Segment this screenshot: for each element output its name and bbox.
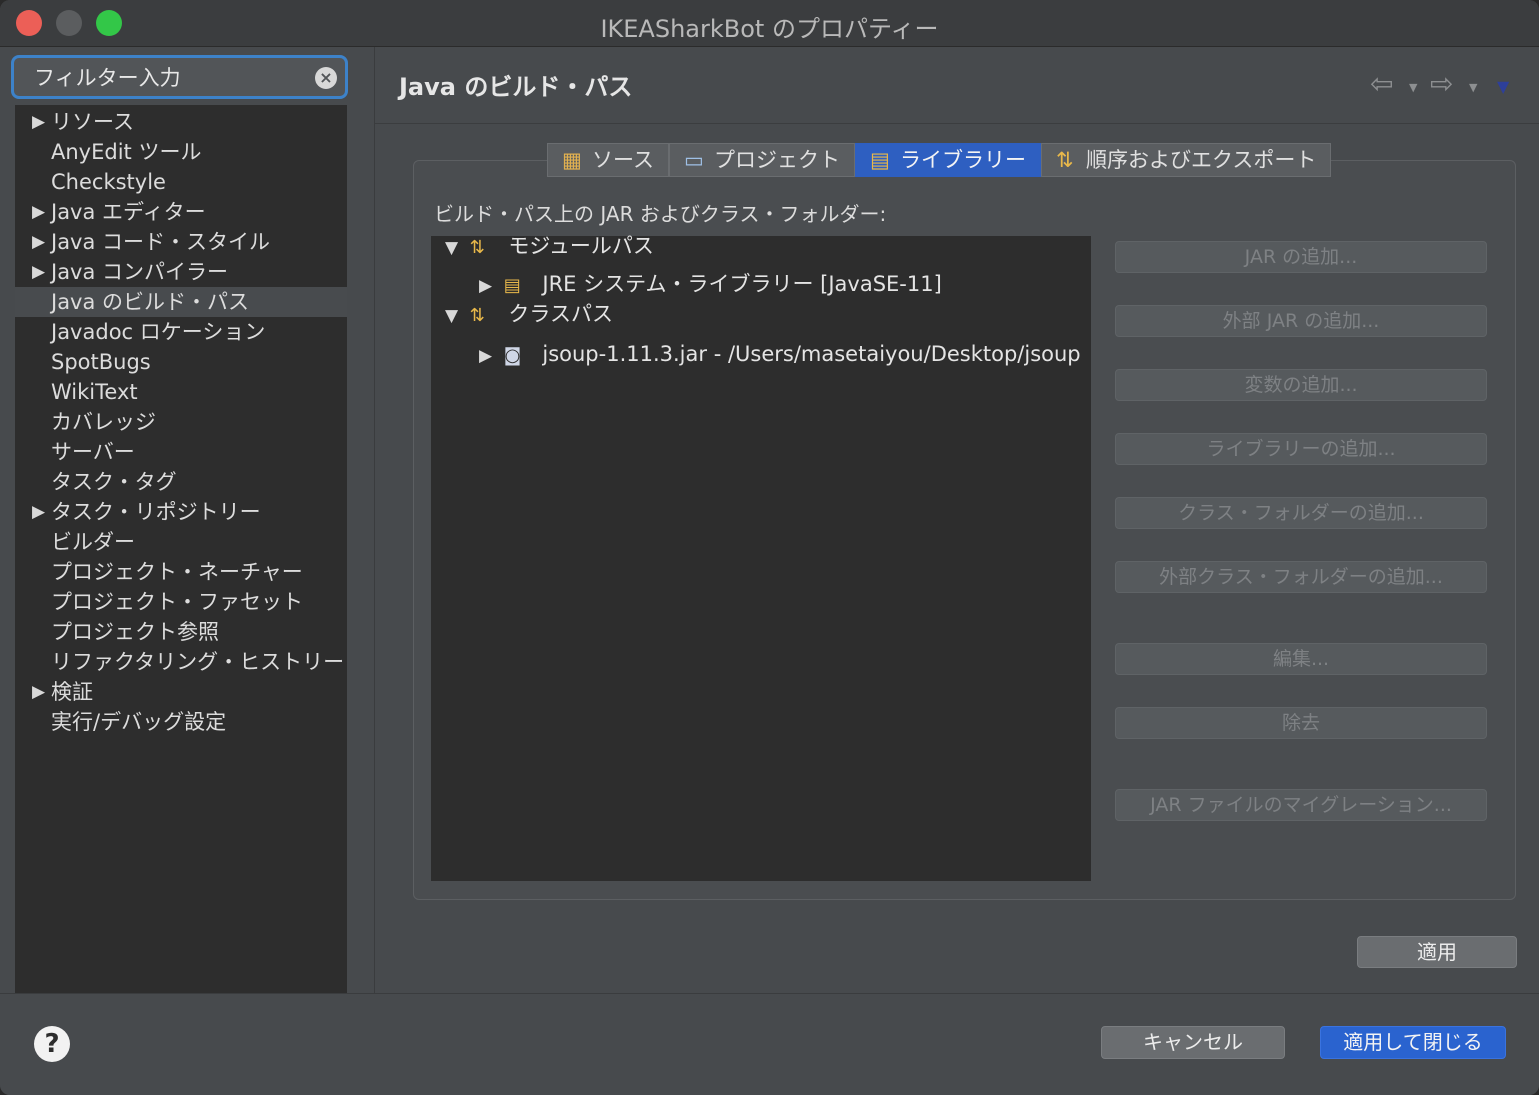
expand-triangle-icon[interactable]: ▶ xyxy=(32,677,48,707)
dialog-footer: ? キャンセル 適用して閉じる xyxy=(0,993,1539,1095)
sidebar-splitter[interactable] xyxy=(362,47,375,993)
add-jar-button[interactable]: JAR の追加... xyxy=(1115,241,1487,273)
source-folder-icon: ▦ xyxy=(562,148,582,172)
sidebar-item-coverage[interactable]: カバレッジ xyxy=(15,407,347,437)
filter-box: × xyxy=(11,55,348,99)
add-external-jar-button[interactable]: 外部 JAR の追加... xyxy=(1115,305,1487,337)
expand-triangle-icon[interactable]: ▶ xyxy=(479,340,497,372)
clear-circle-icon[interactable]: × xyxy=(315,67,337,89)
add-variable-button[interactable]: 変数の追加... xyxy=(1115,369,1487,401)
sidebar-item-server[interactable]: サーバー xyxy=(15,437,347,467)
sidebar-item-project-natures[interactable]: プロジェクト・ネーチャー xyxy=(15,557,347,587)
sidebar-item-project-references[interactable]: プロジェクト参照 xyxy=(15,617,347,647)
sidebar-item-javadoc-location[interactable]: Javadoc ロケーション xyxy=(15,317,347,347)
tab-panel: ビルド・パス上の JAR およびクラス・フォルダー: ▼ ⇅ モジュールパス ▶… xyxy=(413,160,1516,900)
tab-source[interactable]: ▦ ソース xyxy=(547,143,669,177)
classpath-icon: ⇅ xyxy=(469,305,485,326)
sidebar-item-refactoring-history[interactable]: リファクタリング・ヒストリー xyxy=(15,647,347,677)
jar-file-icon: ◙ xyxy=(503,345,522,366)
sidebar-item-project-facets[interactable]: プロジェクト・ファセット xyxy=(15,587,347,617)
collapse-triangle-icon[interactable]: ▼ xyxy=(445,300,463,332)
tab-order-export[interactable]: ⇅ 順序およびエクスポート xyxy=(1040,143,1332,177)
back-history-caret-icon[interactable]: ▼ xyxy=(1409,81,1417,94)
sidebar-item-spotbugs[interactable]: SpotBugs xyxy=(15,347,347,377)
sidebar-item-java-code-style[interactable]: ▶ Java コード・スタイル xyxy=(15,227,347,257)
remove-button[interactable]: 除去 xyxy=(1115,707,1487,739)
sidebar: × ▶ リソース AnyEdit ツール Checkstyle ▶ Java エ… xyxy=(0,47,362,993)
apply-and-close-button[interactable]: 適用して閉じる xyxy=(1320,1026,1506,1059)
sidebar-item-wikitext[interactable]: WikiText xyxy=(15,377,347,407)
window-title: IKEASharkBot のプロパティー xyxy=(600,15,939,43)
tree-row-module-path[interactable]: ▼ ⇅ モジュールパス xyxy=(445,230,654,262)
classpath-list-label: ビルド・パス上の JAR およびクラス・フォルダー: xyxy=(434,202,887,226)
project-folder-icon: ▭ xyxy=(683,148,704,172)
expand-triangle-icon[interactable]: ▶ xyxy=(32,257,48,287)
filter-input[interactable] xyxy=(34,63,304,93)
sidebar-item-task-repository[interactable]: ▶ タスク・リポジトリー xyxy=(15,497,347,527)
sidebar-item-java-compiler[interactable]: ▶ Java コンパイラー xyxy=(15,257,347,287)
sidebar-item-anyedit[interactable]: AnyEdit ツール xyxy=(15,137,347,167)
tab-libraries[interactable]: ▤ ライブラリー xyxy=(854,143,1041,177)
tab-projects[interactable]: ▭ プロジェクト xyxy=(668,143,855,177)
tab-bar: ▦ ソース ▭ プロジェクト ▤ ライブラリー ⇅ 順序およびエクスポート xyxy=(547,143,1332,177)
sidebar-item-java-editor[interactable]: ▶ Java エディター xyxy=(15,197,347,227)
edit-button[interactable]: 編集... xyxy=(1115,643,1487,675)
help-icon[interactable]: ? xyxy=(34,1026,70,1062)
expand-triangle-icon[interactable]: ▶ xyxy=(32,227,48,257)
page-title: Java のビルド・パス xyxy=(399,73,633,101)
module-path-icon: ⇅ xyxy=(469,237,485,258)
tree-row-jre-library[interactable]: ▶ ▤ JRE システム・ライブラリー [JavaSE-11] xyxy=(479,268,942,300)
expand-triangle-icon[interactable]: ▶ xyxy=(32,197,48,227)
add-library-button[interactable]: ライブラリーの追加... xyxy=(1115,433,1487,465)
add-external-class-folder-button[interactable]: 外部クラス・フォルダーの追加... xyxy=(1115,561,1487,593)
add-class-folder-button[interactable]: クラス・フォルダーの追加... xyxy=(1115,497,1487,529)
expand-triangle-icon[interactable]: ▶ xyxy=(32,107,48,137)
classpath-tree[interactable]: ▼ ⇅ モジュールパス ▶ ▤ JRE システム・ライブラリー [JavaSE-… xyxy=(431,234,1091,881)
back-arrow-icon[interactable]: ⇦ xyxy=(1370,67,1393,100)
forward-arrow-icon[interactable]: ⇨ xyxy=(1430,67,1453,100)
library-icon: ▤ xyxy=(869,148,890,172)
forward-history-caret-icon[interactable]: ▼ xyxy=(1469,81,1477,94)
sidebar-item-checkstyle[interactable]: Checkstyle xyxy=(15,167,347,197)
expand-triangle-icon[interactable]: ▶ xyxy=(32,497,48,527)
sidebar-item-resources[interactable]: ▶ リソース xyxy=(15,107,347,137)
cancel-button[interactable]: キャンセル xyxy=(1101,1026,1285,1059)
properties-dialog: IKEASharkBot のプロパティー × ▶ リソース AnyEdit ツー… xyxy=(0,0,1539,1095)
page-header: Java のビルド・パス ⇦ ▼ ⇨ ▼ ▼ xyxy=(375,47,1539,124)
migrate-jar-button[interactable]: JAR ファイルのマイグレーション... xyxy=(1115,789,1487,821)
sidebar-item-task-tags[interactable]: タスク・タグ xyxy=(15,467,347,497)
tree-row-jsoup-jar[interactable]: ▶ ◙ jsoup-1.11.3.jar - /Users/masetaiyou… xyxy=(479,338,1081,370)
sidebar-item-builders[interactable]: ビルダー xyxy=(15,527,347,557)
sidebar-item-validation[interactable]: ▶ 検証 xyxy=(15,677,347,707)
main-panel: Java のビルド・パス ⇦ ▼ ⇨ ▼ ▼ ビルド・パス上の JAR およびク… xyxy=(375,47,1539,993)
apply-button[interactable]: 適用 xyxy=(1357,936,1517,968)
sidebar-item-java-build-path[interactable]: Java のビルド・パス xyxy=(15,287,347,317)
title-bar: IKEASharkBot のプロパティー xyxy=(0,0,1539,47)
view-menu-icon[interactable]: ▼ xyxy=(1497,77,1509,96)
sidebar-item-run-debug-settings[interactable]: 実行/デバッグ設定 xyxy=(15,707,347,737)
preference-tree: ▶ リソース AnyEdit ツール Checkstyle ▶ Java エディ… xyxy=(15,105,347,993)
tree-row-classpath[interactable]: ▼ ⇅ クラスパス xyxy=(445,298,613,330)
order-export-icon: ⇅ xyxy=(1055,148,1074,172)
collapse-triangle-icon[interactable]: ▼ xyxy=(445,232,463,264)
